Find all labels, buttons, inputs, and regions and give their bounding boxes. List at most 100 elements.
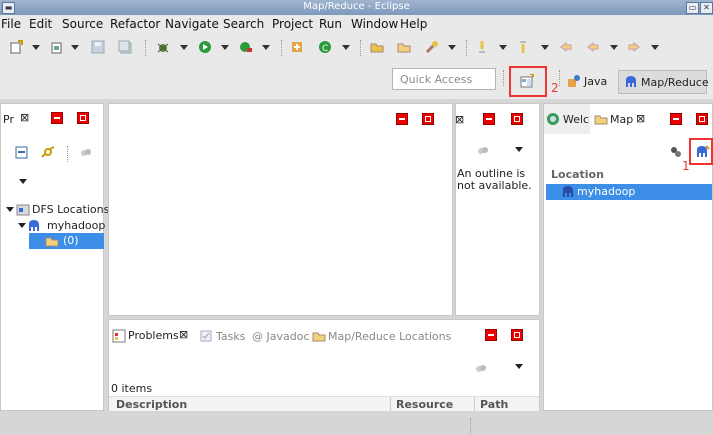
menu-refactor[interactable]: Refactor	[110, 17, 160, 31]
run-dropdown-icon[interactable]	[221, 45, 229, 50]
maximize-button[interactable]	[696, 113, 708, 125]
location-row-myhadoop[interactable]: myhadoop	[546, 184, 712, 200]
last-edit-location-icon[interactable]	[559, 40, 573, 54]
menu-navigate[interactable]: Navigate	[165, 17, 219, 31]
status-separator	[470, 418, 472, 434]
minimize-button[interactable]	[396, 113, 408, 125]
tab-tasks[interactable]: Tasks	[216, 330, 245, 343]
window-menu-icon[interactable]: ▬	[2, 2, 15, 14]
back-icon[interactable]	[586, 40, 600, 54]
tree-item-dfs-locations[interactable]: DFS Locations	[5, 202, 109, 218]
minimize-button[interactable]	[485, 329, 497, 341]
forward-dropdown-icon[interactable]	[651, 45, 659, 50]
mapreduce-perspective-button[interactable]: Map/Reduce	[618, 70, 709, 94]
view-menu-dropdown-icon[interactable]	[515, 364, 523, 369]
tab-javadoc[interactable]: @ Javadoc	[252, 330, 310, 343]
expand-icon[interactable]	[6, 207, 14, 212]
debug-icon[interactable]	[156, 40, 170, 54]
new-dropdown-icon[interactable]	[32, 45, 40, 50]
menu-search[interactable]: Search	[223, 17, 264, 31]
close-icon[interactable]: ⊠	[636, 112, 645, 125]
annotation-number-1: 1	[682, 159, 690, 173]
previous-annotation-icon[interactable]	[516, 40, 530, 54]
tree-item-myhadoop[interactable]: myhadoop	[17, 218, 105, 234]
external-tools-dropdown-icon[interactable]	[262, 45, 270, 50]
back-dropdown-icon[interactable]	[610, 45, 618, 50]
mapreduce-locations-panel: Welc Map ⊠ Location myhadoop	[543, 103, 713, 411]
tree-label-myhadoop: myhadoop	[47, 219, 106, 232]
new-class-icon[interactable]: C	[318, 40, 332, 54]
column-resource[interactable]: Resource	[396, 398, 453, 411]
toolbar-separator	[67, 146, 69, 162]
external-tools-icon[interactable]	[239, 40, 253, 54]
mapreduce-locations-icon	[594, 115, 608, 125]
menu-file[interactable]: File	[1, 17, 21, 31]
tree-item-child-selected[interactable]: (0)	[29, 233, 104, 249]
new-java-class-icon[interactable]	[290, 40, 304, 54]
tab-mapreduce-locations[interactable]: Map/Reduce Locations	[328, 330, 451, 343]
menu-window[interactable]: Window	[351, 17, 398, 31]
tab-label-map: Map	[610, 113, 634, 126]
close-icon[interactable]: ⊠	[455, 113, 464, 126]
close-icon[interactable]: ⊠	[20, 111, 29, 124]
debug-dropdown-icon[interactable]	[180, 45, 188, 50]
toolbar-separator	[145, 40, 147, 56]
location-column-header: Location	[551, 168, 604, 181]
expand-icon[interactable]	[18, 223, 26, 228]
menu-source[interactable]: Source	[62, 17, 103, 31]
run-icon[interactable]	[198, 40, 212, 54]
column-description[interactable]: Description	[116, 398, 187, 411]
perspective-bar: Quick Access Java Map/Reduce	[0, 61, 713, 99]
menu-help[interactable]: Help	[400, 17, 427, 31]
view-menu-dropdown-icon[interactable]	[19, 179, 27, 184]
new-package-icon[interactable]	[50, 40, 64, 54]
annotation-number-2: 2	[551, 81, 559, 95]
dfs-folder-icon	[16, 204, 30, 216]
tab-problems[interactable]: Problems ⊠	[109, 320, 197, 348]
svg-text:C: C	[322, 44, 328, 54]
menu-project[interactable]: Project	[272, 17, 313, 31]
edit-location-icon[interactable]	[669, 145, 683, 159]
search-dropdown-icon[interactable]	[448, 45, 456, 50]
mapreduce-locations-icon	[312, 332, 326, 342]
view-menu-icon[interactable]	[476, 144, 490, 158]
open-task-icon[interactable]	[397, 40, 411, 54]
minimize-button[interactable]	[483, 113, 495, 125]
minimize-button[interactable]	[51, 112, 63, 124]
outline-panel: ⊠ An outline is not available.	[455, 103, 540, 316]
forward-icon[interactable]	[627, 40, 641, 54]
next-annotation-dropdown-icon[interactable]	[499, 45, 507, 50]
new-class-dropdown-icon[interactable]	[342, 45, 350, 50]
maximize-button[interactable]	[511, 329, 523, 341]
view-menu-dropdown-icon[interactable]	[515, 147, 523, 152]
column-path[interactable]: Path	[480, 398, 508, 411]
maximize-button[interactable]	[511, 113, 523, 125]
tab-map[interactable]: Map ⊠	[591, 104, 653, 134]
window-close-button[interactable]: ✕	[700, 2, 713, 14]
menu-edit[interactable]: Edit	[29, 17, 52, 31]
next-annotation-icon[interactable]	[475, 40, 489, 54]
new-package-dropdown-icon[interactable]	[71, 45, 79, 50]
collapse-all-icon[interactable]	[15, 146, 29, 160]
view-menu-icon[interactable]	[474, 362, 488, 376]
view-menu-icon[interactable]	[79, 146, 93, 160]
link-with-editor-icon[interactable]	[41, 146, 55, 160]
main-toolbar: C	[0, 34, 713, 61]
close-icon[interactable]: ⊠	[179, 328, 188, 341]
problems-table-header: Description Resource Path	[109, 396, 539, 411]
new-icon[interactable]	[9, 40, 23, 54]
previous-annotation-dropdown-icon[interactable]	[541, 45, 549, 50]
tab-welcome[interactable]: Welc	[544, 104, 590, 134]
maximize-button[interactable]	[422, 113, 434, 125]
quick-access-input[interactable]: Quick Access	[392, 68, 496, 90]
search-icon[interactable]	[425, 40, 439, 54]
menu-run[interactable]: Run	[319, 17, 342, 31]
java-perspective-label[interactable]: Java	[584, 75, 607, 88]
minimize-button[interactable]	[670, 113, 682, 125]
open-type-icon[interactable]	[370, 40, 384, 54]
save-all-icon[interactable]	[118, 40, 132, 54]
window-minimize-button[interactable]: ▭	[686, 2, 699, 14]
maximize-button[interactable]	[77, 112, 89, 124]
save-icon[interactable]	[91, 40, 105, 54]
project-explorer-tab[interactable]: Pr	[3, 113, 14, 126]
